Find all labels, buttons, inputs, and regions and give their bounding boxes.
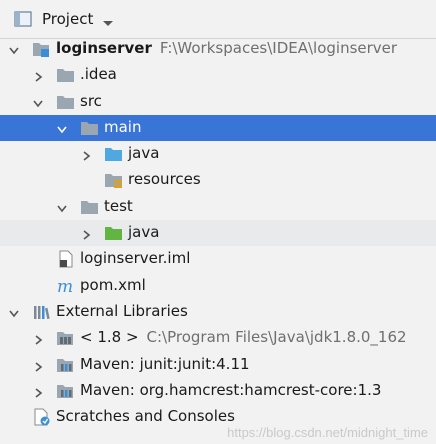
tree-item-loginserver[interactable]: loginserver F:\Workspaces\IDEA\loginserve… [0,36,436,62]
folder-label: java [128,223,160,242]
panel-title[interactable]: Project [42,10,93,28]
chevron-right-icon[interactable] [80,148,92,161]
maven-icon: m [56,277,76,297]
libraries-icon [32,303,52,321]
chevron-down-icon[interactable] [32,96,44,108]
resources-folder-icon [104,171,124,189]
chevron-down-icon[interactable] [56,201,68,213]
watermark: https://blog.csdn.net/midnight_time [227,425,428,440]
library-label: Maven: org.hamcrest:hamcrest-core:1.3 [80,380,382,399]
svg-text:m: m [57,277,73,295]
chevron-right-icon[interactable] [32,332,44,345]
tree-item-maven-junit[interactable]: Maven: junit:junit:4.11 [0,352,436,378]
tree-item-jdk[interactable]: < 1.8 > C:\Program Files\Java\jdk1.8.0_16… [0,325,436,351]
folder-label: resources [128,170,201,189]
chevron-down-icon[interactable] [8,306,20,318]
file-label: pom.xml [80,275,146,294]
module-file-icon [56,250,76,268]
folder-label: main [104,117,142,136]
module-path: F:\Workspaces\IDEA\loginserver [159,39,398,57]
library-icon [56,356,76,374]
project-panel-header: Project [0,0,436,39]
tree-item-src[interactable]: src [0,89,436,115]
folder-label: java [128,144,160,163]
source-folder-icon [104,145,124,163]
tree-item-maven-hamcrest[interactable]: Maven: org.hamcrest:hamcrest-core:1.3 [0,378,436,404]
folder-icon [80,198,100,216]
project-tree: loginserver F:\Workspaces\IDEA\loginserve… [0,36,436,430]
file-label: loginserver.iml [80,249,191,268]
project-window-icon [14,11,32,31]
tree-item-resources[interactable]: resources [0,167,436,193]
tree-label: External Libraries [56,301,188,320]
module-name: loginserver [56,39,152,57]
chevron-down-icon[interactable] [8,43,20,55]
tree-item-test[interactable]: test [0,194,436,220]
chevron-right-icon[interactable] [32,385,44,398]
folder-icon [56,93,76,111]
tree-label: Scratches and Consoles [56,407,235,426]
test-folder-icon [104,224,124,242]
tree-item-main-java[interactable]: java [0,141,436,167]
tree-item-iml[interactable]: loginserver.iml [0,246,436,272]
library-icon [56,382,76,400]
folder-icon [80,119,100,137]
tree-item-main[interactable]: main [0,114,436,142]
chevron-right-icon[interactable] [80,227,92,240]
jdk-path: C:\Program Files\Java\jdk1.8.0_162 [146,328,407,347]
jdk-name: < 1.8 > [80,328,139,347]
module-folder-icon [32,40,52,58]
chevron-down-icon[interactable] [102,14,114,32]
folder-label: src [80,91,102,110]
folder-label: .idea [80,65,117,84]
library-label: Maven: junit:junit:4.11 [80,354,250,373]
tree-item-external-libraries[interactable]: External Libraries [0,299,436,325]
tree-item-test-java[interactable]: java [0,220,436,247]
chevron-right-icon[interactable] [32,69,44,82]
tree-item-pom[interactable]: m pom.xml [0,273,436,299]
chevron-down-icon[interactable] [56,122,68,134]
folder-label: test [104,196,133,215]
chevron-right-icon[interactable] [32,359,44,372]
tree-item-idea[interactable]: .idea [0,62,436,88]
jdk-folder-icon [56,329,76,347]
folder-icon [56,66,76,84]
scratches-icon [32,408,52,426]
